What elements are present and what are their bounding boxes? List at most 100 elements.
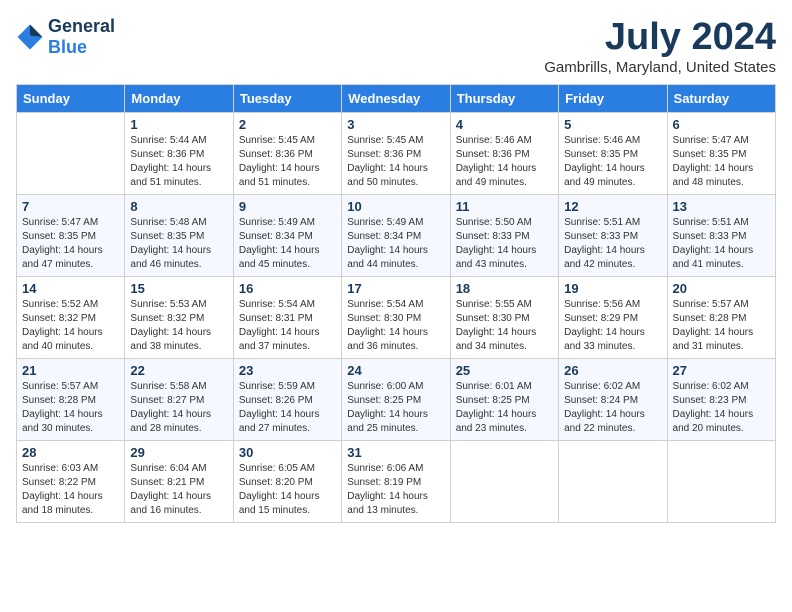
calendar-table: SundayMondayTuesdayWednesdayThursdayFrid… [16,84,776,523]
calendar-cell: 6 Sunrise: 5:47 AMSunset: 8:35 PMDaylight… [667,113,775,195]
cell-info: Sunrise: 5:55 AMSunset: 8:30 PMDaylight:… [456,298,553,354]
cell-info: Sunrise: 5:57 AMSunset: 8:28 PMDaylight:… [22,380,119,436]
cell-info: Sunrise: 5:45 AMSunset: 8:36 PMDaylight:… [347,134,444,190]
calendar-cell: 29 Sunrise: 6:04 AMSunset: 8:21 PMDayligh… [125,441,233,523]
calendar-cell: 21Sunrise: 5:57 AMSunset: 8:28 PMDayligh… [17,359,125,441]
day-number: 15 [130,281,227,296]
day-number: 2 [239,117,336,132]
cell-info: Sunrise: 5:58 AMSunset: 8:27 PMDaylight:… [130,380,227,436]
cell-info: Sunrise: 5:53 AMSunset: 8:32 PMDaylight:… [130,298,227,354]
cell-info: Sunrise: 6:02 AMSunset: 8:24 PMDaylight:… [564,380,661,436]
location: Gambrills, Maryland, United States [544,59,776,76]
day-number: 3 [347,117,444,132]
calendar-cell: 12Sunrise: 5:51 AMSunset: 8:33 PMDayligh… [559,195,667,277]
cell-info: Sunrise: 5:47 AMSunset: 8:35 PMDaylight:… [673,134,770,190]
calendar-cell: 14 Sunrise: 5:52 AMSunset: 8:32 PMDayligh… [17,277,125,359]
calendar-cell: 1 Sunrise: 5:44 AMSunset: 8:36 PMDaylight… [125,113,233,195]
day-number: 6 [673,117,770,132]
day-number: 26 [564,363,661,378]
cell-info: Sunrise: 5:48 AMSunset: 8:35 PMDaylight:… [130,216,227,272]
logo-icon [16,23,44,51]
header-day-sunday: Sunday [17,85,125,113]
cell-info: Sunrise: 5:49 AMSunset: 8:34 PMDaylight:… [347,216,444,272]
day-number: 1 [130,117,227,132]
calendar-cell: 13 Sunrise: 5:51 AMSunset: 8:33 PMDayligh… [667,195,775,277]
calendar-cell [667,441,775,523]
calendar-cell: 22 Sunrise: 5:58 AMSunset: 8:27 PMDayligh… [125,359,233,441]
day-number: 24 [347,363,444,378]
day-number: 28 [22,445,119,460]
calendar-cell [450,441,558,523]
calendar-cell: 28 Sunrise: 6:03 AMSunset: 8:22 PMDayligh… [17,441,125,523]
cell-info: Sunrise: 5:54 AMSunset: 8:30 PMDaylight:… [347,298,444,354]
calendar-cell: 20 Sunrise: 5:57 AMSunset: 8:28 PMDayligh… [667,277,775,359]
header-row: SundayMondayTuesdayWednesdayThursdayFrid… [17,85,776,113]
day-number: 7 [22,199,119,214]
calendar-cell: 5Sunrise: 5:46 AMSunset: 8:35 PMDaylight… [559,113,667,195]
calendar-cell: 30Sunrise: 6:05 AMSunset: 8:20 PMDayligh… [233,441,341,523]
calendar-cell: 26 Sunrise: 6:02 AMSunset: 8:24 PMDayligh… [559,359,667,441]
calendar-cell: 9 Sunrise: 5:49 AMSunset: 8:34 PMDaylight… [233,195,341,277]
day-number: 10 [347,199,444,214]
cell-info: Sunrise: 6:06 AMSunset: 8:19 PMDaylight:… [347,462,444,518]
calendar-cell: 19Sunrise: 5:56 AMSunset: 8:29 PMDayligh… [559,277,667,359]
header-day-friday: Friday [559,85,667,113]
calendar-cell: 10 Sunrise: 5:49 AMSunset: 8:34 PMDayligh… [342,195,450,277]
day-number: 14 [22,281,119,296]
week-row-5: 28 Sunrise: 6:03 AMSunset: 8:22 PMDayligh… [17,441,776,523]
day-number: 23 [239,363,336,378]
day-number: 29 [130,445,227,460]
header-day-wednesday: Wednesday [342,85,450,113]
cell-info: Sunrise: 6:04 AMSunset: 8:21 PMDaylight:… [130,462,227,518]
cell-info: Sunrise: 5:45 AMSunset: 8:36 PMDaylight:… [239,134,336,190]
cell-info: Sunrise: 5:44 AMSunset: 8:36 PMDaylight:… [130,134,227,190]
cell-info: Sunrise: 5:59 AMSunset: 8:26 PMDaylight:… [239,380,336,436]
calendar-cell: 2 Sunrise: 5:45 AMSunset: 8:36 PMDaylight… [233,113,341,195]
cell-info: Sunrise: 6:03 AMSunset: 8:22 PMDaylight:… [22,462,119,518]
day-number: 25 [456,363,553,378]
day-number: 8 [130,199,227,214]
month-title: July 2024 [544,16,776,59]
day-number: 17 [347,281,444,296]
calendar-cell: 15 Sunrise: 5:53 AMSunset: 8:32 PMDayligh… [125,277,233,359]
cell-info: Sunrise: 5:46 AMSunset: 8:36 PMDaylight:… [456,134,553,190]
calendar-cell: 3 Sunrise: 5:45 AMSunset: 8:36 PMDaylight… [342,113,450,195]
cell-info: Sunrise: 5:50 AMSunset: 8:33 PMDaylight:… [456,216,553,272]
cell-info: Sunrise: 5:46 AMSunset: 8:35 PMDaylight:… [564,134,661,190]
calendar-cell: 24 Sunrise: 6:00 AMSunset: 8:25 PMDayligh… [342,359,450,441]
header: General Blue July 2024 Gambrills, Maryla… [16,16,776,76]
day-number: 9 [239,199,336,214]
day-number: 11 [456,199,553,214]
calendar-cell [17,113,125,195]
calendar-cell: 23 Sunrise: 5:59 AMSunset: 8:26 PMDayligh… [233,359,341,441]
day-number: 19 [564,281,661,296]
cell-info: Sunrise: 5:54 AMSunset: 8:31 PMDaylight:… [239,298,336,354]
cell-info: Sunrise: 5:49 AMSunset: 8:34 PMDaylight:… [239,216,336,272]
week-row-3: 14 Sunrise: 5:52 AMSunset: 8:32 PMDayligh… [17,277,776,359]
calendar-cell: 16 Sunrise: 5:54 AMSunset: 8:31 PMDayligh… [233,277,341,359]
header-day-thursday: Thursday [450,85,558,113]
cell-info: Sunrise: 6:05 AMSunset: 8:20 PMDaylight:… [239,462,336,518]
header-day-monday: Monday [125,85,233,113]
calendar-cell: 31Sunrise: 6:06 AMSunset: 8:19 PMDayligh… [342,441,450,523]
cell-info: Sunrise: 5:57 AMSunset: 8:28 PMDaylight:… [673,298,770,354]
calendar-cell: 18Sunrise: 5:55 AMSunset: 8:30 PMDayligh… [450,277,558,359]
cell-info: Sunrise: 5:52 AMSunset: 8:32 PMDaylight:… [22,298,119,354]
week-row-4: 21Sunrise: 5:57 AMSunset: 8:28 PMDayligh… [17,359,776,441]
day-number: 16 [239,281,336,296]
day-number: 22 [130,363,227,378]
day-number: 27 [673,363,770,378]
day-number: 13 [673,199,770,214]
cell-info: Sunrise: 5:51 AMSunset: 8:33 PMDaylight:… [673,216,770,272]
day-number: 20 [673,281,770,296]
calendar-cell [559,441,667,523]
logo-text-blue: Blue [48,37,87,57]
calendar-cell: 7 Sunrise: 5:47 AMSunset: 8:35 PMDaylight… [17,195,125,277]
cell-info: Sunrise: 5:47 AMSunset: 8:35 PMDaylight:… [22,216,119,272]
logo-text-general: General [48,16,115,36]
week-row-1: 1 Sunrise: 5:44 AMSunset: 8:36 PMDaylight… [17,113,776,195]
title-area: July 2024 Gambrills, Maryland, United St… [544,16,776,76]
cell-info: Sunrise: 6:00 AMSunset: 8:25 PMDaylight:… [347,380,444,436]
cell-info: Sunrise: 6:02 AMSunset: 8:23 PMDaylight:… [673,380,770,436]
day-number: 12 [564,199,661,214]
